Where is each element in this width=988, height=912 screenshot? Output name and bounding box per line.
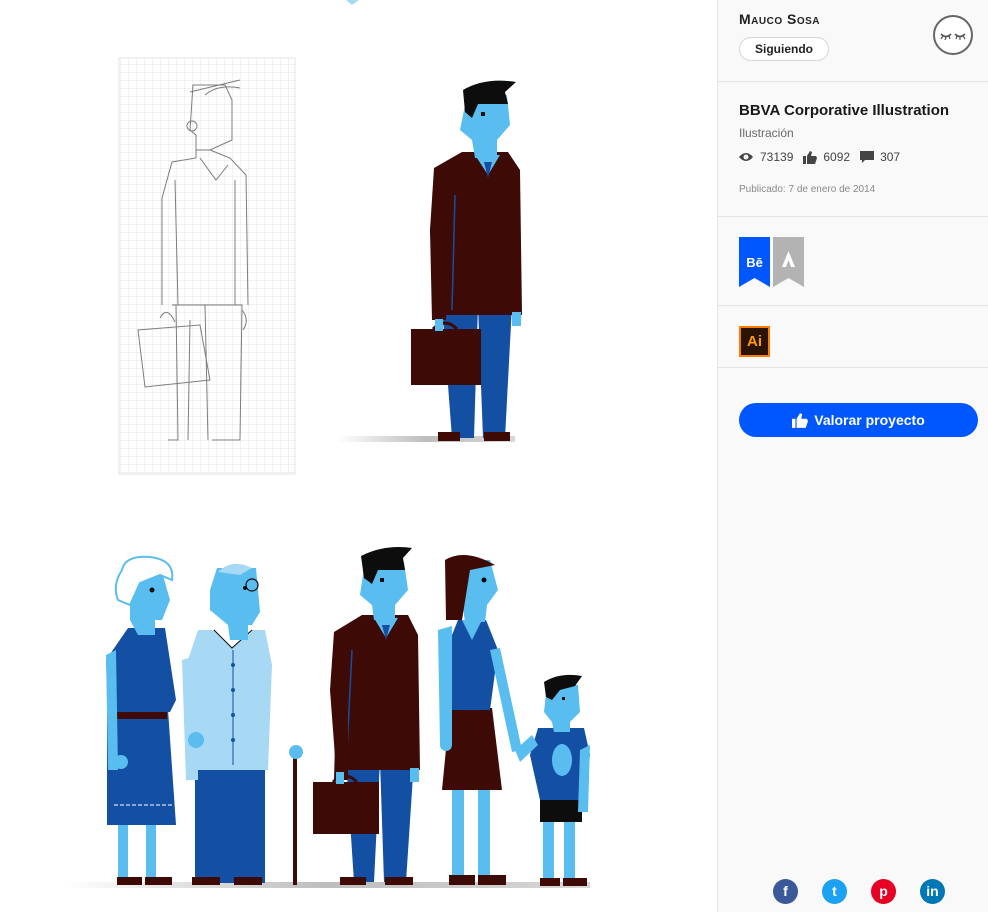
adobe-badge-icon[interactable]: A [773,237,804,287]
twitter-icon[interactable]: t [822,879,847,904]
grandma-figure [106,555,176,885]
mother-figure [438,555,522,885]
project-title: BBVA Corporative Illustration [739,102,950,119]
facebook-icon[interactable]: f [773,879,798,904]
thumbs-up-icon [792,412,809,428]
owner-avatar[interactable] [933,15,973,55]
sketch-figure [118,57,296,475]
owner-name[interactable]: Mauco Sosa [739,11,820,27]
pinterest-icon[interactable]: p [871,879,896,904]
boy-figure [515,674,590,886]
appreciations-count: 6092 [823,150,851,164]
project-stats: 73139 6092 307 [738,150,910,164]
illustrator-icon[interactable]: Ai [739,326,770,357]
published-date: Publicado: 7 de enero de 2014 [739,184,876,195]
behance-badge-icon[interactable]: Bē [739,237,770,287]
closed-eyes-icon [940,33,966,41]
tools-section: Bē A [718,217,988,306]
family-figures [65,547,590,888]
thumbs-up-icon [803,150,818,164]
grandpa-figure [182,563,303,885]
project-artwork [65,0,590,888]
eye-icon [739,153,753,161]
linkedin-icon[interactable]: in [920,879,945,904]
project-canvas [0,0,717,912]
project-sidebar: Mauco Sosa Siguiendo BBVA Corporative Il… [717,0,988,912]
appreciate-label: Valorar proyecto [814,412,925,428]
owner-section: Mauco Sosa Siguiendo [718,0,988,82]
comment-icon [860,150,875,163]
views-count: 73139 [760,150,794,164]
following-button[interactable]: Siguiendo [739,37,829,61]
share-bar: f t p in [773,879,945,904]
scroll-marker [346,0,359,5]
businessman-figure [337,80,522,442]
project-info-section: BBVA Corporative Illustration Ilustració… [718,82,988,217]
appreciate-project-button[interactable]: Valorar proyecto [739,403,978,437]
comments-count: 307 [880,150,901,164]
project-category[interactable]: Ilustración [739,126,794,140]
father-figure [313,547,420,885]
behance-badge-label: Bē [746,255,763,270]
apps-section: Ai [718,306,988,368]
